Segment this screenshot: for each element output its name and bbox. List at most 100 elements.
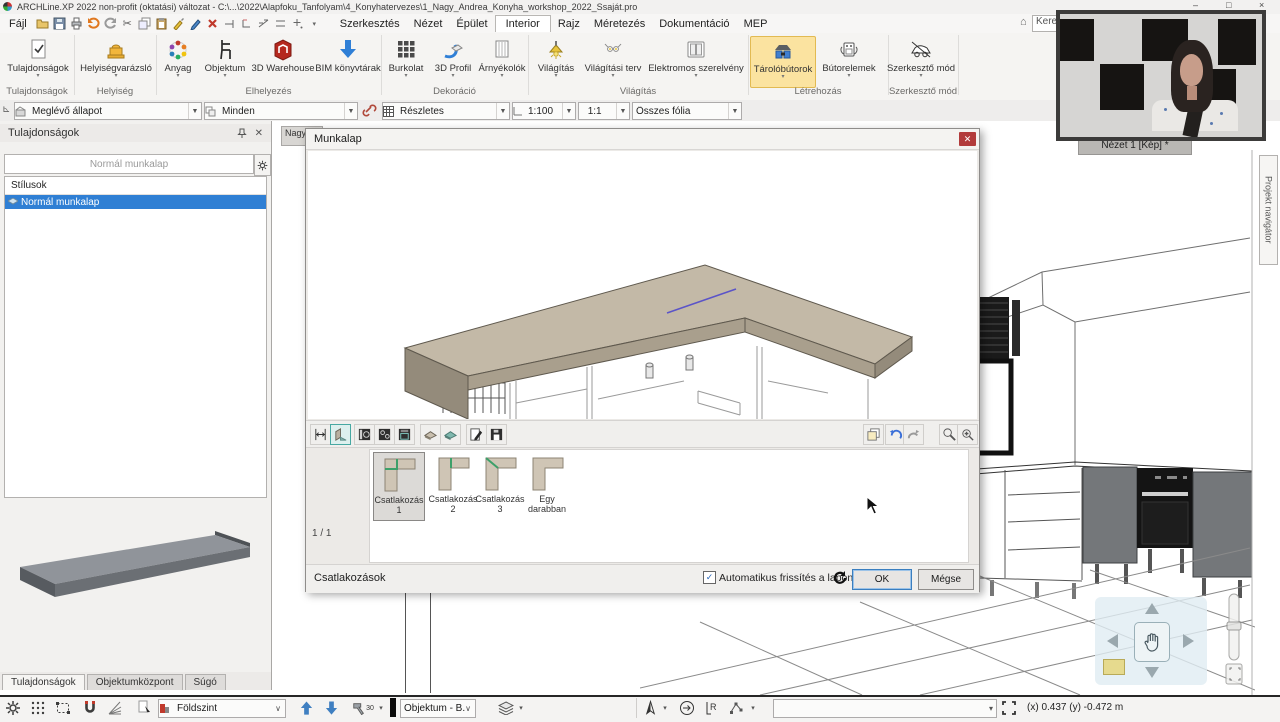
zoom-slider[interactable] [1222,592,1246,688]
ribbon-button-arnyekolok[interactable]: Árnyékolók ▾ [478,36,526,86]
edit-sketch-icon[interactable] [466,424,487,445]
magnet-snap-icon[interactable] [81,699,99,717]
object-preview[interactable] [10,529,260,619]
undo-icon[interactable] [85,16,102,31]
ribbon-button-vilagitas[interactable]: Világítás ▾ [532,36,580,86]
ribbon-button-3d-profil[interactable]: 3D Profil ▾ [430,36,476,86]
dialog-title-bar[interactable]: Munkalap ✕ [306,129,979,150]
format-brush-icon[interactable] [170,16,187,31]
style-settings-button[interactable] [254,154,271,176]
pan-hand-button[interactable] [1134,622,1170,662]
floor-combo-arrow[interactable]: ∨ [275,704,285,713]
polyline-arrow[interactable]: ▾ [748,699,758,717]
tool-combo[interactable]: Objektum - B... ∨ [400,699,476,718]
state-combo[interactable]: Meglévő állapot ▼ [14,102,202,120]
cancel-button[interactable]: Mégse [918,569,974,590]
detail-combo[interactable]: Részletes ▼ [382,102,510,120]
bottom-tab-objektumkozpont[interactable]: Objektumközpont [86,674,183,690]
cut-icon[interactable]: ✂ [119,16,136,31]
ok-button[interactable]: OK [852,569,912,590]
rotate-view-icon[interactable] [678,699,696,717]
trim-tool-icon[interactable] [255,16,272,31]
home-icon[interactable]: ⌂ [1020,16,1027,28]
thumbnail-csatlakozas-3[interactable]: Csatlakozás 3 [475,454,525,515]
tab-szerkesztes[interactable]: Szerkesztés [333,16,407,32]
ribbon-button-tulajdonsagok[interactable]: Tulajdonságok ▾ [6,36,70,86]
ribbon-button-tarolobutorok[interactable]: Tárolóbútorok ▾ [750,36,816,88]
minimize-button[interactable]: – [1193,0,1198,10]
style-selector[interactable]: Normál munkalap [4,154,254,174]
node-edit-icon[interactable] [221,16,238,31]
ribbon-button-elektromos-szerelveny[interactable]: Elektromos szerelvény ▾ [648,36,744,86]
toolbar-more-icon[interactable]: ▾ [306,16,323,31]
cursor-select-icon[interactable] [136,699,154,717]
ribbon-button-anyag[interactable]: Anyag ▾ [158,36,198,86]
copy-icon[interactable] [136,16,153,31]
menu-file[interactable]: Fájl [2,16,34,32]
pan-right-icon[interactable] [1183,634,1194,648]
angle-snap-icon[interactable] [106,699,124,717]
bottom-tab-sugo[interactable]: Súgó [184,674,226,690]
selection-frame-icon[interactable] [54,699,72,717]
delete-icon[interactable] [204,16,221,31]
polyline-icon[interactable] [727,699,745,717]
open-icon[interactable] [34,16,51,31]
floor-combo[interactable]: Földszint ∨ [158,699,286,718]
state-combo-arrow[interactable]: ▼ [188,103,201,119]
thumbnail-csatlakozas-2[interactable]: Csatlakozás 2 [428,454,478,515]
layer-combo[interactable]: Összes fólia ▼ [632,102,742,120]
command-input-arrow[interactable]: ▾ [989,704,996,713]
layers-arrow[interactable]: ▾ [516,699,526,717]
bottom-tab-tulajdonsagok[interactable]: Tulajdonságok [2,674,85,690]
ribbon-button-helyisegvarazslo[interactable]: Helyiségvarázsló ▾ [78,36,154,86]
zoom-all-icon[interactable] [957,424,978,445]
zoom-extents-icon[interactable] [1000,699,1018,717]
ribbon-button-burkolat[interactable]: Burkolat ▾ [384,36,428,86]
ratio-combo-arrow[interactable]: ▼ [615,103,629,119]
thumbnail-egy-darabban[interactable]: Egy darabban [522,454,572,515]
dialog-close-icon[interactable]: ✕ [959,132,976,146]
copy-view-icon[interactable] [863,424,884,445]
north-arrow-icon[interactable] [641,699,659,717]
grid-icon[interactable] [29,699,47,717]
tab-meretezes[interactable]: Méretezés [587,16,652,32]
scale-combo-arrow[interactable]: ▼ [562,103,575,119]
ribbon-button-bim-konyvtarak[interactable]: BIM könyvtárak [315,36,381,86]
dishwasher-tool-icon[interactable] [354,424,375,445]
paste-icon[interactable] [153,16,170,31]
relative-coords-icon[interactable]: R [703,699,721,717]
snap-angle-tool[interactable]: 30 [350,699,376,717]
scale-combo[interactable]: 1:100 ▼ [512,102,576,120]
edit-pencil-icon[interactable] [187,16,204,31]
panel-close-icon[interactable]: ✕ [255,128,263,139]
print-icon[interactable] [68,16,85,31]
maximize-button[interactable]: □ [1226,0,1231,10]
pan-down-icon[interactable] [1145,667,1159,678]
corner-join-tool-icon[interactable] [330,424,351,445]
tab-rajz[interactable]: Rajz [551,16,587,32]
dimension-tool-icon[interactable] [310,424,331,445]
settings-gear-icon[interactable] [4,699,22,717]
command-input[interactable]: ▾ [773,699,997,718]
style-list-item-selected[interactable]: Normál munkalap [5,195,266,209]
filter-combo-arrow[interactable]: ▼ [344,103,357,119]
ribbon-button-objektum[interactable]: Objektum ▾ [200,36,250,86]
ratio-combo[interactable]: 1:1 ▼ [578,102,630,120]
dialog-3d-preview[interactable] [308,151,977,419]
corner-tool-icon[interactable] [238,16,255,31]
tool-combo-arrow[interactable]: ∨ [465,704,475,713]
ribbon-button-butorelemek[interactable]: Bútorelemek ▾ [818,36,880,86]
refresh-icon[interactable] [831,569,849,587]
layers-icon[interactable] [497,699,515,717]
tab-nezet[interactable]: Nézet [407,16,450,32]
save-profile-icon[interactable] [486,424,507,445]
redo-icon[interactable] [903,424,924,445]
pan-up-icon[interactable] [1145,603,1159,614]
filter-combo[interactable]: Minden ▼ [204,102,358,120]
ribbon-button-vilagitasi-terv[interactable]: Világítási terv ▾ [582,36,644,86]
offset-tool-icon[interactable] [272,16,289,31]
close-button[interactable]: × [1259,0,1264,10]
link-icon[interactable] [362,103,377,118]
pan-left-icon[interactable] [1107,634,1118,648]
detail-combo-arrow[interactable]: ▼ [496,103,509,119]
